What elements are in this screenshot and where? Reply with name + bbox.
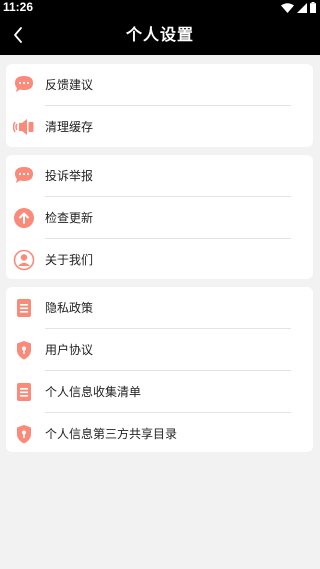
wifi-icon: [281, 2, 294, 13]
user-agreement-item[interactable]: 用户协议: [6, 329, 313, 370]
item-label: 个人信息第三方共享目录: [45, 426, 178, 441]
item-label: 清理缓存: [45, 119, 94, 134]
feedback-item[interactable]: 反馈建议: [6, 64, 313, 105]
page-title: 个人设置: [125, 25, 194, 44]
personal-info-list-item[interactable]: 个人信息收集清单: [6, 371, 313, 412]
item-label: 隐私政策: [45, 300, 94, 315]
signal-icon: [297, 2, 307, 13]
title-bar: 个人设置: [0, 15, 320, 55]
privacy-policy-item[interactable]: 隐私政策: [6, 287, 313, 328]
item-label: 投诉举报: [45, 168, 94, 183]
item-label: 个人信息收集清单: [45, 384, 142, 399]
settings-group-2: 投诉举报 检查更新 关于我们: [6, 155, 313, 279]
speaker-icon: [13, 116, 35, 138]
item-label: 反馈建议: [45, 77, 94, 92]
user-circle-icon: [13, 249, 35, 271]
battery-icon: [310, 2, 316, 13]
about-us-item[interactable]: 关于我们: [6, 239, 313, 280]
status-bar: 11:26: [0, 0, 320, 15]
shield-icon: [13, 339, 35, 361]
document-icon: [13, 297, 35, 319]
shield-icon: [13, 423, 35, 445]
check-update-item[interactable]: 检查更新: [6, 197, 313, 238]
arrow-up-circle-icon: [13, 207, 35, 229]
third-party-sharing-item[interactable]: 个人信息第三方共享目录: [6, 413, 313, 454]
status-icons: [281, 2, 316, 13]
document-icon: [13, 381, 35, 403]
status-time: 11:26: [3, 0, 34, 14]
item-label: 检查更新: [45, 210, 94, 225]
chat-bubble-icon: [13, 165, 35, 187]
clear-cache-item[interactable]: 清理缓存: [6, 106, 313, 147]
item-label: 关于我们: [45, 252, 94, 267]
settings-group-1: 反馈建议 清理缓存: [6, 64, 313, 147]
settings-group-3: 隐私政策 用户协议 个人信息收集清单 个人信息第三方共享目录: [6, 287, 313, 452]
complaint-item[interactable]: 投诉举报: [6, 155, 313, 196]
chat-bubble-icon: [13, 74, 35, 96]
item-label: 用户协议: [45, 342, 94, 357]
